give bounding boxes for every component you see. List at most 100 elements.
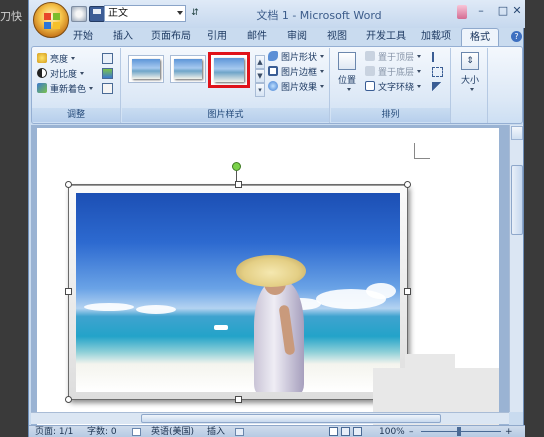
picture-effects-label: 图片效果 — [281, 83, 318, 93]
close-button[interactable]: ✕ — [505, 3, 529, 19]
document-page[interactable] — [37, 128, 499, 428]
tab-insert[interactable]: 插入 — [107, 28, 139, 46]
compress-pictures-icon[interactable] — [102, 53, 113, 64]
gallery-up-icon[interactable]: ▲ — [255, 55, 265, 69]
office-button[interactable] — [33, 2, 69, 38]
document-area — [31, 125, 509, 428]
title-bar: 正文 ⇵ 文档 1 - Microsoft Word – □ ✕ — [29, 0, 525, 28]
tab-home[interactable]: 开始 — [65, 28, 101, 46]
ime-icon[interactable] — [457, 5, 467, 19]
word-window: 正文 ⇵ 文档 1 - Microsoft Word – □ ✕ 开始 插入 页… — [28, 0, 525, 437]
size-icon: ⇕ — [461, 52, 479, 70]
zoom-slider[interactable] — [421, 431, 501, 432]
contrast-label: 对比度 — [50, 70, 78, 80]
change-picture-icon[interactable] — [102, 68, 113, 79]
tab-mailings[interactable]: 邮件 — [241, 28, 273, 46]
horizontal-scrollbar[interactable] — [31, 412, 509, 424]
send-to-back-button[interactable]: 置于底层 — [365, 66, 422, 80]
vertical-scrollbar[interactable] — [509, 125, 523, 412]
contrast-button[interactable]: 对比度 — [37, 68, 85, 82]
macro-icon[interactable] — [235, 428, 244, 436]
resize-handle-w[interactable] — [65, 288, 72, 295]
group-arrange: 位置 置于顶层 置于底层 文字环绕 排列 — [331, 48, 451, 123]
office-logo-icon — [44, 13, 60, 29]
brightness-button[interactable]: 亮度 — [37, 53, 76, 67]
text-wrap-button[interactable]: 文字环绕 — [365, 81, 422, 95]
insert-mode[interactable]: 插入 — [207, 426, 225, 437]
resize-handle-e[interactable] — [404, 288, 411, 295]
minimize-button[interactable]: – — [469, 3, 493, 19]
tab-add-ins[interactable]: 加载项 — [415, 28, 457, 46]
group-label: 排列 — [331, 108, 450, 122]
send-back-icon — [365, 66, 375, 76]
picture-style-thumb[interactable] — [170, 55, 206, 83]
bring-front-icon — [365, 51, 375, 61]
help-icon[interactable]: ? — [511, 31, 522, 42]
brightness-label: 亮度 — [50, 55, 69, 65]
picture-style-thumb-selected[interactable] — [208, 52, 250, 88]
resize-handle-s[interactable] — [235, 396, 242, 403]
rotate-icon[interactable] — [432, 82, 443, 92]
chevron-down-icon — [320, 55, 325, 58]
language-status[interactable]: 英语(美国) — [151, 426, 194, 437]
group-label: 调整 — [32, 108, 120, 122]
page-count[interactable]: 页面: 1/1 — [35, 426, 73, 437]
align-icon[interactable] — [432, 52, 443, 62]
scroll-up-icon[interactable] — [511, 126, 523, 140]
tab-format[interactable]: 格式 — [461, 28, 499, 46]
resize-handle-n[interactable] — [235, 181, 242, 188]
effects-icon — [268, 81, 278, 91]
style-select[interactable]: 正文 — [104, 5, 186, 22]
resize-handle-nw[interactable] — [65, 181, 72, 188]
full-screen-icon[interactable] — [341, 427, 350, 436]
tab-review[interactable]: 审阅 — [281, 28, 313, 46]
gallery-more-icon[interactable]: ▾ — [255, 83, 265, 97]
scroll-thumb[interactable] — [511, 165, 523, 235]
size-label: 大小 — [460, 76, 479, 86]
reset-picture-icon[interactable] — [102, 83, 113, 94]
rotation-stem — [236, 171, 237, 181]
tab-page-layout[interactable]: 页面布局 — [147, 28, 195, 46]
rotation-handle[interactable] — [232, 162, 241, 171]
scroll-thumb[interactable] — [141, 414, 441, 423]
picture-border-button[interactable]: 图片边框 — [268, 66, 325, 80]
zoom-level[interactable]: 100% — [379, 426, 405, 437]
print-layout-icon[interactable] — [329, 427, 338, 436]
chevron-down-icon — [469, 88, 474, 91]
size-button[interactable]: ⇕ 大小 — [456, 51, 484, 111]
border-icon — [268, 66, 278, 76]
undo-icon[interactable] — [71, 6, 87, 22]
customize-qat-icon[interactable]: ⇵ — [190, 6, 200, 20]
recolor-label: 重新着色 — [50, 85, 87, 95]
text-wrap-label: 文字环绕 — [378, 83, 415, 93]
tab-references[interactable]: 引用 — [201, 28, 233, 46]
picture-shape-label: 图片形状 — [281, 53, 318, 63]
ribbon-tabs: 开始 插入 页面布局 引用 邮件 审阅 视图 开发工具 加载项 格式 — [29, 28, 525, 46]
zoom-out-button[interactable]: – — [409, 426, 414, 437]
style-preview — [132, 59, 160, 79]
bring-to-front-button[interactable]: 置于顶层 — [365, 51, 422, 65]
gallery-down-icon[interactable]: ▼ — [255, 69, 265, 83]
zoom-slider-thumb[interactable] — [457, 427, 461, 436]
zoom-in-button[interactable]: + — [505, 426, 513, 437]
web-layout-icon[interactable] — [353, 427, 362, 436]
proofing-icon[interactable] — [132, 428, 141, 436]
picture-style-thumb[interactable] — [128, 55, 164, 83]
watermark-block — [405, 354, 455, 374]
position-button[interactable]: 位置 — [334, 51, 360, 99]
word-count[interactable]: 字数: 0 — [87, 426, 117, 437]
send-to-back-label: 置于底层 — [378, 68, 415, 78]
contrast-icon — [37, 68, 47, 78]
picture-shape-button[interactable]: 图片形状 — [268, 51, 325, 65]
resize-handle-ne[interactable] — [404, 181, 411, 188]
save-icon[interactable] — [89, 6, 105, 22]
resize-handle-sw[interactable] — [65, 396, 72, 403]
style-select-value: 正文 — [108, 8, 128, 19]
tab-view[interactable]: 视图 — [321, 28, 353, 46]
position-icon — [338, 52, 356, 70]
picture-effects-button[interactable]: 图片效果 — [268, 81, 325, 95]
tab-developer[interactable]: 开发工具 — [361, 28, 411, 46]
recolor-button[interactable]: 重新着色 — [37, 83, 94, 97]
group-objects-icon[interactable] — [432, 67, 443, 77]
group-picture-styles: ▲ ▼ ▾ 图片形状 图片边框 图片效果 ↘ 图片样式 — [122, 48, 330, 123]
